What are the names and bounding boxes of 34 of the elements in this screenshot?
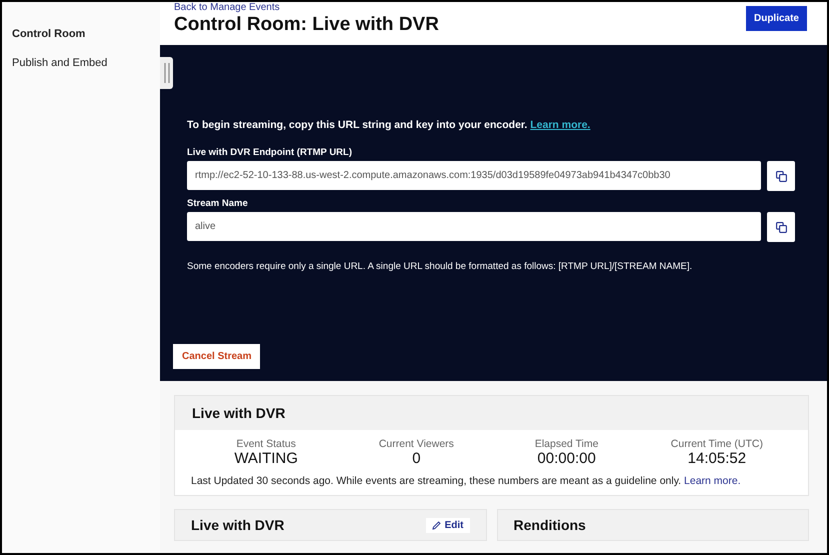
copy-button[interactable]	[767, 212, 795, 242]
stat-value: 14:05:52	[688, 450, 746, 467]
pencil-icon	[432, 520, 441, 530]
stat-label: Elapsed Time	[534, 438, 598, 450]
note-text: Some encoders require only a single URL. A single URL should be formatted as follows: [RTMP URL]/[STREAM NAME].	[187, 261, 694, 272]
back-link[interactable]: Back to Manage Events	[174, 2, 439, 14]
input-field[interactable]: rtmp://ec2-52-10-133-88.us-west-2.compute.amazonaws.com:1935/d03d19589fe04973ab941b4347c0bb30	[187, 161, 761, 190]
stat-value: 00:00:00	[537, 450, 596, 467]
copy-icon	[776, 170, 786, 182]
stat-label: Current Viewers	[378, 438, 454, 450]
stat-label: Current Time (UTC)	[670, 438, 763, 450]
stat-value: 0	[412, 450, 421, 467]
stat-value: WAITING	[234, 450, 298, 467]
card-title: Live with DVR	[191, 517, 284, 533]
card-title: Live with DVR	[192, 405, 286, 421]
instructions-text: To begin streaming, copy this URL string and key into your encoder. Learn more.	[187, 119, 592, 131]
cancel-stream-button[interactable]: Cancel Stream	[173, 344, 260, 369]
field-label: Live with DVR Endpoint (RTMP URL)	[187, 147, 354, 158]
edit-button[interactable]: Edit	[426, 518, 470, 532]
learn-more-link[interactable]: Learn more.	[684, 475, 741, 487]
input-field[interactable]: alive	[187, 212, 761, 241]
copy-button[interactable]	[767, 161, 795, 191]
learn-more-link[interactable]: Learn more.	[530, 119, 590, 131]
drag-handle[interactable]	[160, 57, 173, 89]
stat-label: Event Status	[236, 438, 296, 450]
copy-icon	[776, 222, 786, 232]
grip-icon	[164, 63, 170, 83]
duplicate-button[interactable]: Duplicate	[746, 6, 807, 31]
card-title: Renditions	[514, 517, 586, 533]
page-title: Control Room: Live with DVR	[174, 14, 439, 36]
sidebar-item[interactable]: Control Room	[2, 28, 160, 57]
sidebar-item[interactable]: Publish and Embed	[2, 57, 160, 86]
field-label: Stream Name	[187, 198, 249, 209]
footnote-text: Last Updated 30 seconds ago. While events are streaming, these numbers are meant as a guideline only. Learn more.	[191, 475, 742, 487]
